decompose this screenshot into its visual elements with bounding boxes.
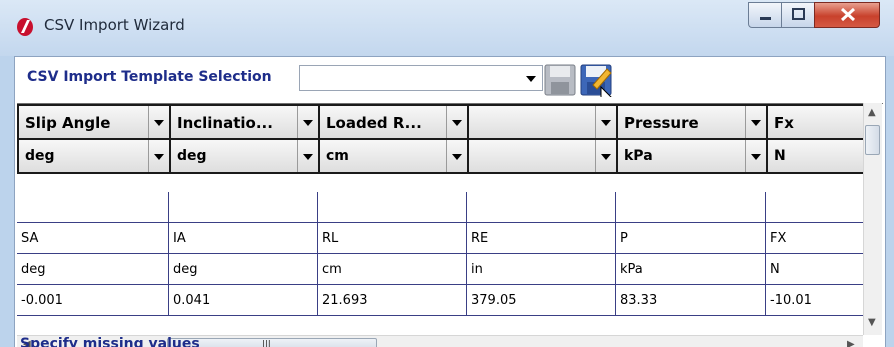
column-header-fx[interactable]: Fx (766, 104, 865, 140)
column-unit-label: deg (25, 148, 55, 164)
save-edit-icon[interactable] (579, 63, 614, 106)
vertical-scroll-thumb[interactable] (865, 125, 880, 155)
column-unit-label: deg (177, 148, 207, 164)
scroll-down-icon[interactable]: ▼ (868, 317, 876, 328)
table-cell[interactable] (766, 192, 865, 223)
column-unit-select[interactable]: N (766, 138, 865, 174)
minimize-button[interactable] (748, 2, 782, 28)
column-header-empty[interactable] (467, 104, 618, 140)
column-header-pressure[interactable]: Pressure (616, 104, 768, 140)
chevron-down-icon (526, 76, 536, 82)
column-unit-label: kPa (624, 148, 653, 164)
chevron-down-icon[interactable] (297, 140, 318, 172)
save-disk-icon[interactable] (543, 63, 577, 97)
window-title: CSV Import Wizard (44, 16, 185, 34)
table-cell[interactable]: deg (169, 254, 318, 285)
column-header-label: Fx (774, 114, 794, 132)
scroll-up-icon[interactable]: ▲ (868, 107, 876, 118)
column-unit-select[interactable]: cm (318, 138, 469, 174)
column-header-slip-angle[interactable]: Slip Angle (17, 104, 171, 140)
scroll-right-icon[interactable]: ▶ (847, 339, 855, 347)
template-select[interactable] (299, 65, 543, 91)
chevron-down-icon[interactable] (745, 140, 766, 172)
vertical-scrollbar[interactable]: ▲ ▼ (863, 103, 882, 335)
table-cell[interactable]: FX (766, 223, 865, 254)
column-header-label: Pressure (624, 114, 699, 132)
maximize-icon (792, 8, 805, 20)
table-cell[interactable]: deg (17, 254, 169, 285)
column-unit-select[interactable] (467, 138, 618, 174)
table-cell[interactable] (169, 192, 318, 223)
table-cell[interactable]: -10.01 (766, 285, 865, 316)
chevron-down-icon[interactable] (148, 140, 169, 172)
table-cell[interactable]: 83.33 (616, 285, 766, 316)
column-header-loaded-radius[interactable]: Loaded R... (318, 104, 469, 140)
table-cell[interactable]: SA (17, 223, 169, 254)
column-header-label: Inclinatio... (177, 114, 273, 132)
chevron-down-icon[interactable] (446, 140, 467, 172)
maximize-button[interactable] (781, 2, 815, 28)
app-logo-icon (14, 16, 36, 38)
chevron-down-icon[interactable] (446, 106, 467, 138)
title-bar[interactable]: CSV Import Wizard (0, 0, 894, 56)
column-unit-label: N (774, 148, 786, 164)
column-header-label: Loaded R... (326, 114, 422, 132)
chevron-down-icon[interactable] (148, 106, 169, 138)
column-header-inclination[interactable]: Inclinatio... (169, 104, 320, 140)
table-cell[interactable]: N (766, 254, 865, 285)
table-cell[interactable]: RE (467, 223, 616, 254)
chevron-down-icon[interactable] (595, 106, 616, 138)
table-cell[interactable] (318, 192, 467, 223)
table-cell[interactable]: P (616, 223, 766, 254)
scroll-grip: III (262, 339, 271, 347)
table-cell[interactable]: 0.041 (169, 285, 318, 316)
table-cell[interactable]: RL (318, 223, 467, 254)
table-cell[interactable] (17, 192, 169, 223)
column-unit-select[interactable]: deg (17, 138, 171, 174)
close-button[interactable] (814, 2, 880, 28)
csv-import-wizard-window: CSV Import Wizard CSV Import Template Se… (0, 0, 894, 347)
table-cell[interactable]: 379.05 (467, 285, 616, 316)
specify-missing-values-label: Specify missing values (20, 336, 200, 347)
column-unit-label: cm (326, 148, 349, 164)
table-cell[interactable]: kPa (616, 254, 766, 285)
column-header-label: Slip Angle (25, 114, 111, 132)
table-cell[interactable]: in (467, 254, 616, 285)
table-cell[interactable] (616, 192, 766, 223)
table-cell[interactable]: -0.001 (17, 285, 169, 316)
chevron-down-icon[interactable] (595, 140, 616, 172)
close-icon (840, 7, 856, 22)
csv-preview-grid: Slip Angle deg Inclinatio... deg Loaded … (17, 103, 883, 347)
column-unit-select[interactable]: deg (169, 138, 320, 174)
template-selection-label: CSV Import Template Selection (27, 69, 272, 85)
table-cell[interactable]: IA (169, 223, 318, 254)
table-cell[interactable]: 21.693 (318, 285, 467, 316)
chevron-down-icon[interactable] (297, 106, 318, 138)
chevron-down-icon[interactable] (745, 106, 766, 138)
table-cell[interactable]: cm (318, 254, 467, 285)
table-cell[interactable] (467, 192, 616, 223)
minimize-icon (760, 17, 771, 20)
column-unit-select[interactable]: kPa (616, 138, 768, 174)
wizard-content: CSV Import Template Selection Slip Angle… (14, 56, 886, 347)
